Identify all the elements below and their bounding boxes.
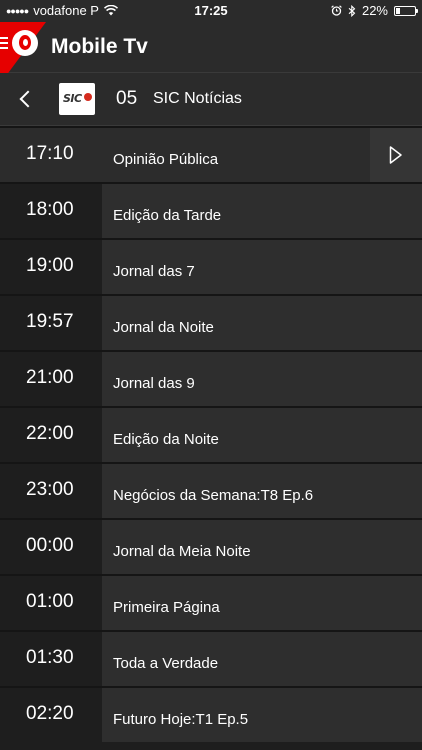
- schedule-row[interactable]: 18:00 Edição da Tarde: [0, 182, 422, 238]
- schedule-title-cell: Jornal da Noite: [102, 296, 422, 350]
- schedule-title: Negócios da Semana:T8 Ep.6: [113, 487, 314, 504]
- schedule-title-cell: Edição da Tarde: [102, 184, 422, 238]
- schedule-row[interactable]: 23:00 Negócios da Semana:T8 Ep.6: [0, 462, 422, 518]
- schedule-row[interactable]: 22:00 Edição da Noite: [0, 406, 422, 462]
- bluetooth-icon: [348, 4, 356, 17]
- schedule-time: 01:00: [26, 591, 74, 612]
- schedule-time-cell: 01:00: [0, 576, 102, 630]
- schedule-time-cell: 00:00: [0, 520, 102, 574]
- channel-number: 05: [116, 88, 138, 109]
- battery-level-fill: [396, 7, 400, 14]
- schedule-time: 18:00: [26, 199, 74, 220]
- schedule-title: Toda a Verdade: [113, 655, 219, 672]
- schedule-title: Jornal da Meia Noite: [113, 543, 251, 560]
- schedule-row[interactable]: 00:00 Jornal da Meia Noite: [0, 518, 422, 574]
- schedule-time-cell: 23:00: [0, 464, 102, 518]
- programme-schedule: 17:10 Opinião Pública 18:00 Edição da Ta…: [0, 126, 422, 750]
- schedule-title: Opinião Pública: [113, 151, 219, 168]
- back-button[interactable]: [12, 85, 40, 113]
- schedule-time-cell: 17:10: [0, 128, 102, 182]
- channel-name: SIC Notícias: [153, 90, 242, 107]
- schedule-title-cell: Primeira Página: [102, 576, 422, 630]
- schedule-title: Jornal das 9: [113, 375, 195, 392]
- schedule-time: 02:20: [26, 703, 74, 724]
- schedule-title: Edição da Noite: [113, 431, 219, 448]
- schedule-time-cell: 19:00: [0, 240, 102, 294]
- schedule-title-cell: Jornal da Meia Noite: [102, 520, 422, 574]
- schedule-title: Jornal das 7: [113, 263, 195, 280]
- schedule-time-cell: 21:00: [0, 352, 102, 406]
- status-bar-right: 22%: [331, 3, 418, 18]
- app-header: Mobile Tv: [0, 22, 422, 84]
- schedule-time: 23:00: [26, 479, 74, 500]
- schedule-time-cell: 22:00: [0, 408, 102, 462]
- schedule-time: 22:00: [26, 423, 74, 444]
- schedule-title-cell: Jornal das 9: [102, 352, 422, 406]
- schedule-row[interactable]: 21:00 Jornal das 9: [0, 350, 422, 406]
- schedule-title: Jornal da Noite: [113, 319, 214, 336]
- schedule-title: Edição da Tarde: [113, 207, 222, 224]
- channel-logo-dot: [84, 93, 92, 101]
- schedule-row[interactable]: 01:30 Toda a Verdade: [0, 630, 422, 686]
- channel-bar: SIC 05 SIC Notícias: [0, 73, 422, 126]
- vodafone-logo[interactable]: [12, 30, 38, 56]
- schedule-time-cell: 18:00: [0, 184, 102, 238]
- schedule-title: Futuro Hoje:T1 Ep.5: [113, 711, 249, 728]
- channel-logo: SIC: [59, 83, 95, 115]
- schedule-time: 19:00: [26, 255, 74, 276]
- schedule-time: 01:30: [26, 647, 74, 668]
- schedule-row[interactable]: 02:20 Futuro Hoje:T1 Ep.5: [0, 686, 422, 742]
- schedule-title-cell: Negócios da Semana:T8 Ep.6: [102, 464, 422, 518]
- schedule-time: 19:57: [26, 311, 74, 332]
- schedule-time-cell: 01:30: [0, 632, 102, 686]
- schedule-row[interactable]: 17:10 Opinião Pública: [0, 126, 422, 182]
- battery-icon: [394, 5, 418, 16]
- schedule-title-cell: Edição da Noite: [102, 408, 422, 462]
- schedule-title-cell: Futuro Hoje:T1 Ep.5: [102, 688, 422, 742]
- schedule-row[interactable]: 19:00 Jornal das 7: [0, 238, 422, 294]
- schedule-title: Primeira Página: [113, 599, 220, 616]
- status-bar: ●●●●● vodafone P 17:25 22%: [0, 0, 422, 22]
- alarm-clock-icon: [331, 5, 342, 16]
- app-title: Mobile Tv: [51, 35, 148, 58]
- play-button[interactable]: [370, 128, 422, 182]
- play-icon: [389, 146, 402, 164]
- battery-percent: 22%: [361, 3, 388, 18]
- schedule-title-cell: Jornal das 7: [102, 240, 422, 294]
- schedule-time: 21:00: [26, 367, 74, 388]
- schedule-row[interactable]: 19:57 Jornal da Noite: [0, 294, 422, 350]
- schedule-row[interactable]: 01:00 Primeira Página: [0, 574, 422, 630]
- schedule-time: 00:00: [26, 535, 74, 556]
- hamburger-menu-icon[interactable]: [0, 37, 8, 49]
- schedule-time-cell: 02:20: [0, 688, 102, 742]
- schedule-time: 17:10: [26, 143, 74, 164]
- schedule-time-cell: 19:57: [0, 296, 102, 350]
- channel-logo-text: SIC: [63, 92, 82, 105]
- schedule-title-cell: Toda a Verdade: [102, 632, 422, 686]
